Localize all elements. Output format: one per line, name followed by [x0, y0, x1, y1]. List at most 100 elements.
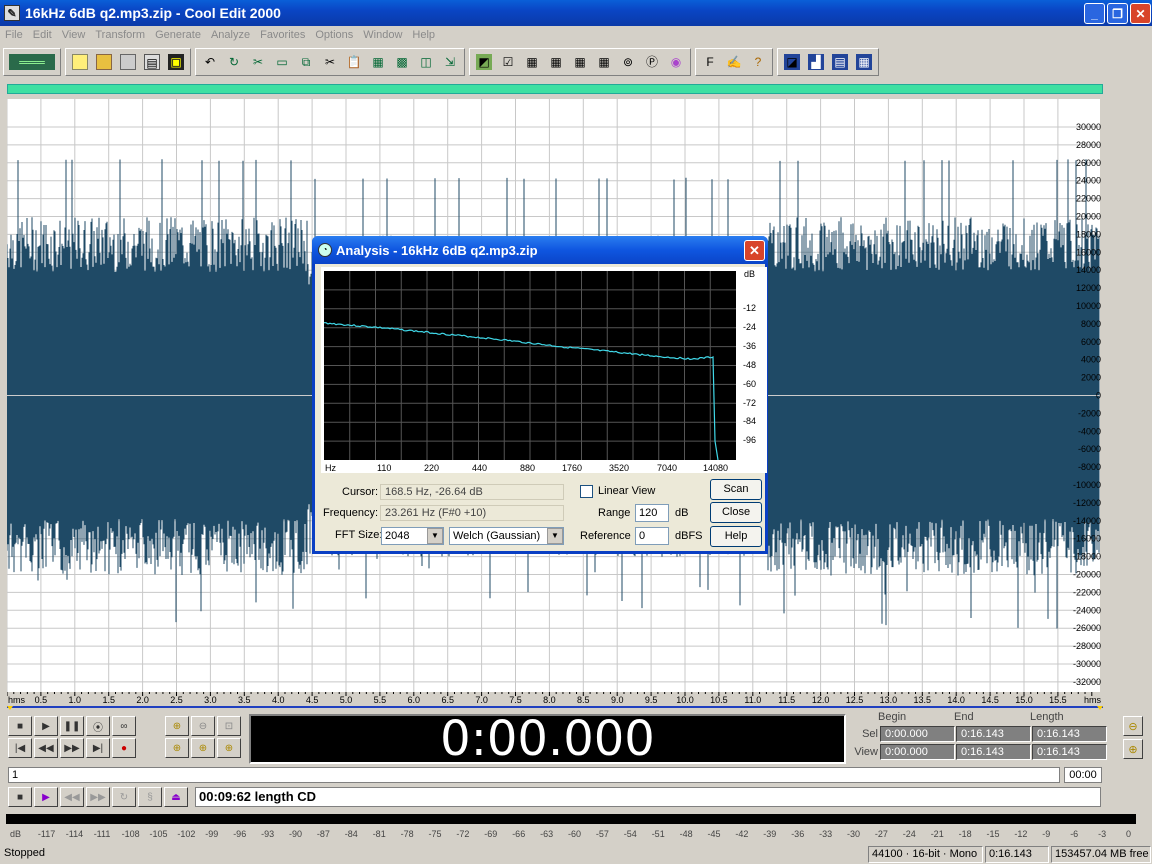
- scan-button[interactable]: Scan: [710, 479, 762, 500]
- zoom-out-icon[interactable]: ⊖: [191, 716, 215, 736]
- notes-icon[interactable]: ✍: [723, 51, 745, 73]
- help-icon[interactable]: ?: [747, 51, 769, 73]
- spectral-view-icon[interactable]: ◩: [473, 51, 495, 73]
- menu-window[interactable]: Window: [358, 29, 407, 41]
- zoom-in-right-icon[interactable]: ⊕: [191, 738, 215, 758]
- close-button[interactable]: Close: [710, 502, 762, 523]
- play-to-end-icon[interactable]: ⦿: [86, 716, 110, 736]
- record-icon[interactable]: ●: [112, 738, 136, 758]
- paste-new-icon[interactable]: ▦: [367, 51, 389, 73]
- mix-icon[interactable]: ⇲: [439, 51, 461, 73]
- minimize-button[interactable]: _: [1084, 3, 1105, 24]
- sel-length-field[interactable]: 0:16.143: [1032, 726, 1107, 742]
- menu-view[interactable]: View: [57, 29, 91, 41]
- grid-1-icon[interactable]: ▦: [521, 51, 543, 73]
- cd-eject-icon[interactable]: ⏏: [164, 787, 188, 807]
- waveform-view-icon[interactable]: ◪: [781, 51, 803, 73]
- stop-icon[interactable]: ■: [8, 716, 32, 736]
- zoom-in-left-icon[interactable]: ⊕: [165, 738, 189, 758]
- go-end-icon[interactable]: ▶|: [86, 738, 110, 758]
- open-folder-icon[interactable]: [93, 51, 115, 73]
- app-icon[interactable]: ✎: [4, 5, 20, 21]
- new-file-icon[interactable]: [69, 51, 91, 73]
- save-as-icon[interactable]: ▤: [141, 51, 163, 73]
- fast-forward-icon[interactable]: ▶▶: [60, 738, 84, 758]
- loop-icon[interactable]: ∞: [112, 716, 136, 736]
- cd-icon[interactable]: ◉: [665, 51, 687, 73]
- zoom-full-icon[interactable]: ⊡: [217, 716, 241, 736]
- overview-bar[interactable]: [7, 84, 1103, 94]
- undo-icon[interactable]: ↶: [199, 51, 221, 73]
- rewind-icon[interactable]: ◀◀: [34, 738, 58, 758]
- time-tick-label: 1.5: [102, 695, 115, 705]
- cd-play-icon[interactable]: ▶: [34, 787, 58, 807]
- fft-size-select[interactable]: 2048 ▼: [381, 527, 444, 545]
- time-tick-label: 15.5: [1049, 695, 1067, 705]
- maximize-button[interactable]: ❐: [1107, 3, 1128, 24]
- cd-track-field[interactable]: 1: [8, 767, 1060, 783]
- meter-scale-label: -81: [372, 829, 386, 839]
- dialog-title-bar[interactable]: ◔ Analysis - 16kHz 6dB q2.mp3.zip ✕: [312, 236, 768, 264]
- go-start-icon[interactable]: |◀: [8, 738, 32, 758]
- close-window-button[interactable]: ✕: [1130, 3, 1151, 24]
- copy-icon[interactable]: ▭: [271, 51, 293, 73]
- window-function-select[interactable]: Welch (Gaussian) ▼: [449, 527, 564, 545]
- paste-icon[interactable]: 📋: [343, 51, 365, 73]
- cd-stop-icon[interactable]: ■: [8, 787, 32, 807]
- copy-new-icon[interactable]: ⧉: [295, 51, 317, 73]
- frequency-analysis-icon[interactable]: ▟: [805, 51, 827, 73]
- menu-favorites[interactable]: Favorites: [255, 29, 310, 41]
- properties-icon[interactable]: ☑: [497, 51, 519, 73]
- chevron-down-icon[interactable]: ▼: [547, 528, 563, 544]
- grid-3-icon[interactable]: ▦: [569, 51, 591, 73]
- statistics-icon[interactable]: ▤: [829, 51, 851, 73]
- help-button[interactable]: Help: [710, 526, 762, 547]
- favorites-icon[interactable]: F: [699, 51, 721, 73]
- page-p-icon[interactable]: Ⓟ: [641, 51, 663, 73]
- cd-prev-icon[interactable]: ◀◀: [60, 787, 84, 807]
- repeat-icon[interactable]: ↻: [223, 51, 245, 73]
- menu-help[interactable]: Help: [407, 29, 440, 41]
- meter-scale-label: -42: [735, 829, 749, 839]
- trim-icon[interactable]: ◫: [415, 51, 437, 73]
- range-label: Range: [598, 507, 631, 519]
- multitrack-toggle-icon[interactable]: ═══: [7, 51, 57, 73]
- cd-repeat-icon[interactable]: ↻: [112, 787, 136, 807]
- chevron-down-icon[interactable]: ▼: [427, 528, 443, 544]
- linear-view-checkbox[interactable]: [580, 485, 593, 498]
- menu-analyze[interactable]: Analyze: [206, 29, 255, 41]
- zoom-in-icon[interactable]: ⊕: [165, 716, 189, 736]
- zoom-vertical-icon[interactable]: ⊕: [217, 738, 241, 758]
- view-begin-field[interactable]: 0:00.000: [880, 744, 955, 760]
- view-length-field[interactable]: 0:16.143: [1032, 744, 1107, 760]
- meter-scale-label: -33: [819, 829, 833, 839]
- menu-file[interactable]: File: [0, 29, 28, 41]
- save-all-icon[interactable]: ▣: [165, 51, 187, 73]
- scissors-icon[interactable]: ✂: [319, 51, 341, 73]
- spectrum-icon[interactable]: ▦: [853, 51, 875, 73]
- pause-icon[interactable]: ❚❚: [60, 716, 84, 736]
- amplitude-tick-label: 10000: [1076, 301, 1101, 311]
- mix-paste-icon[interactable]: ▩: [391, 51, 413, 73]
- sel-begin-field[interactable]: 0:00.000: [880, 726, 955, 742]
- vertical-zoom-out-icon[interactable]: ⊕: [1123, 739, 1143, 759]
- grid-4-icon[interactable]: ▦: [593, 51, 615, 73]
- menu-generate[interactable]: Generate: [150, 29, 206, 41]
- find-icon[interactable]: ⊚: [617, 51, 639, 73]
- cd-shuffle-icon[interactable]: §: [138, 787, 162, 807]
- save-icon[interactable]: [117, 51, 139, 73]
- grid-2-icon[interactable]: ▦: [545, 51, 567, 73]
- menu-edit[interactable]: Edit: [28, 29, 57, 41]
- dialog-close-button[interactable]: ✕: [744, 240, 765, 261]
- cd-next-icon[interactable]: ▶▶: [86, 787, 110, 807]
- view-end-field[interactable]: 0:16.143: [956, 744, 1031, 760]
- reference-input[interactable]: 0: [635, 527, 669, 545]
- menu-transform[interactable]: Transform: [90, 29, 150, 41]
- vertical-zoom-in-icon[interactable]: ⊖: [1123, 716, 1143, 736]
- cursor-value: 168.5 Hz, -26.64 dB: [380, 484, 564, 500]
- menu-options[interactable]: Options: [310, 29, 358, 41]
- sel-end-field[interactable]: 0:16.143: [956, 726, 1031, 742]
- range-input[interactable]: 120: [635, 504, 669, 522]
- cut-wave-icon[interactable]: ✂: [247, 51, 269, 73]
- play-icon[interactable]: ▶: [34, 716, 58, 736]
